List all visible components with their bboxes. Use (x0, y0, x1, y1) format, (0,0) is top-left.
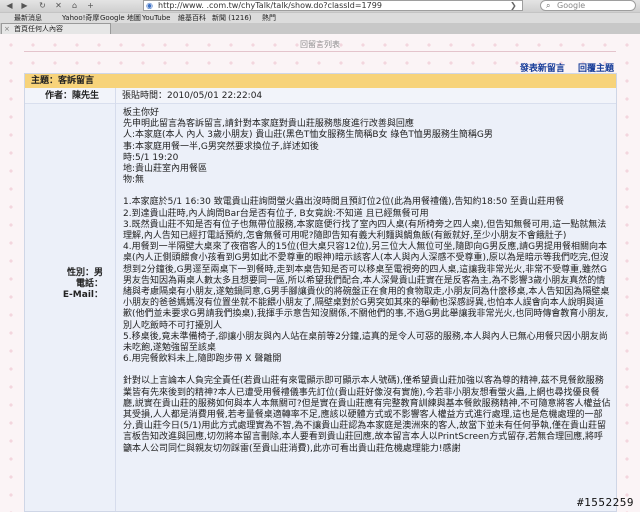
stop-icon[interactable]: ✕ (52, 1, 65, 11)
bookmark-item[interactable]: Yahoo!奇摩 (62, 13, 99, 23)
author-label: 作者：陳先生 (45, 91, 100, 101)
home-icon[interactable]: ⌂ (68, 1, 81, 11)
bookmark-item[interactable]: 最新消息 (14, 13, 42, 23)
posted-time: 張貼時間：2010/05/01 22:22:04 (122, 91, 263, 101)
bookmark-item[interactable]: 熱門 (262, 13, 276, 23)
post-body: 板主你好 先申明此留言為客訴留言,請針對本家庭對貴山莊服務態度進行改善與回應 人… (123, 108, 611, 466)
section-title[interactable]: 回留言列表 (0, 39, 640, 50)
tab-label: 首頁任何人內容 (14, 25, 63, 33)
tab-strip: × 首頁任何人內容 (0, 23, 640, 34)
post-panel: 主題：客訴留言 作者：陳先生 張貼時間：2010/05/01 22:22:04 … (24, 73, 617, 512)
search-placeholder: Google (557, 1, 586, 10)
address-bar[interactable]: ◉ http://www. .com.tw/chyTalk/talk/show.… (143, 0, 523, 11)
email-label: E-Mail： (62, 290, 103, 300)
search-icon: ⌕ (546, 1, 551, 10)
url-text: http://www. .com.tw/chyTalk/talk/show.do… (158, 1, 382, 10)
close-tab-icon[interactable]: × (4, 24, 10, 35)
phone-label: 電話： (75, 279, 103, 289)
column-divider (115, 88, 116, 511)
bookmarks-bar: 最新消息 Yahoo!奇摩 Google 地圖 YouTube 維基百科 新聞 … (0, 12, 640, 23)
title-divider (24, 51, 616, 52)
post-paragraph: 針對以上言論本人負完全責任(若貴山莊有來電顯示即可顯示本人號碼),僅希望貴山莊加… (123, 376, 611, 454)
post-paragraph: 1.本家庭於5/1 16:30 致電貴山莊詢問螢火蟲出沒時間且預訂位2位(此為用… (123, 197, 610, 365)
go-button[interactable]: ❯ (510, 1, 517, 10)
tab-active[interactable]: × 首頁任何人內容 (1, 23, 111, 34)
bookmark-item[interactable]: 新聞 (1216) (212, 13, 252, 23)
bookmark-item[interactable]: YouTube (142, 13, 170, 23)
browser-chrome: ◀ ▶ ↻ ✕ ⌂ + ◉ http://www. .com.tw/chyTal… (0, 0, 640, 34)
browser-toolbar: ◀ ▶ ↻ ✕ ⌂ + ◉ http://www. .com.tw/chyTal… (0, 0, 640, 12)
back-icon[interactable]: ◀ (3, 1, 16, 11)
add-bookmark-icon[interactable]: + (84, 1, 97, 11)
bookmark-item[interactable]: 維基百科 (178, 13, 206, 23)
watermark-id: #1552259 (577, 496, 634, 509)
site-icon: ◉ (146, 1, 153, 10)
post-paragraph: 板主你好 先申明此留言為客訴留言,請針對本家庭對貴山莊服務態度進行改善與回應 人… (123, 108, 493, 186)
post-meta: 作者：陳先生 張貼時間：2010/05/01 22:22:04 (25, 88, 616, 104)
author-info: 性別：男 電話： E-Mail： (25, 268, 115, 301)
forward-icon[interactable]: ▶ (18, 1, 31, 11)
search-input[interactable]: ⌕ Google (540, 0, 636, 11)
post-subject: 主題：客訴留言 (25, 74, 616, 88)
gender-label: 性別：男 (66, 268, 103, 278)
bookmark-item[interactable]: Google 地圖 (100, 13, 141, 23)
reload-icon[interactable]: ↻ (36, 1, 49, 11)
